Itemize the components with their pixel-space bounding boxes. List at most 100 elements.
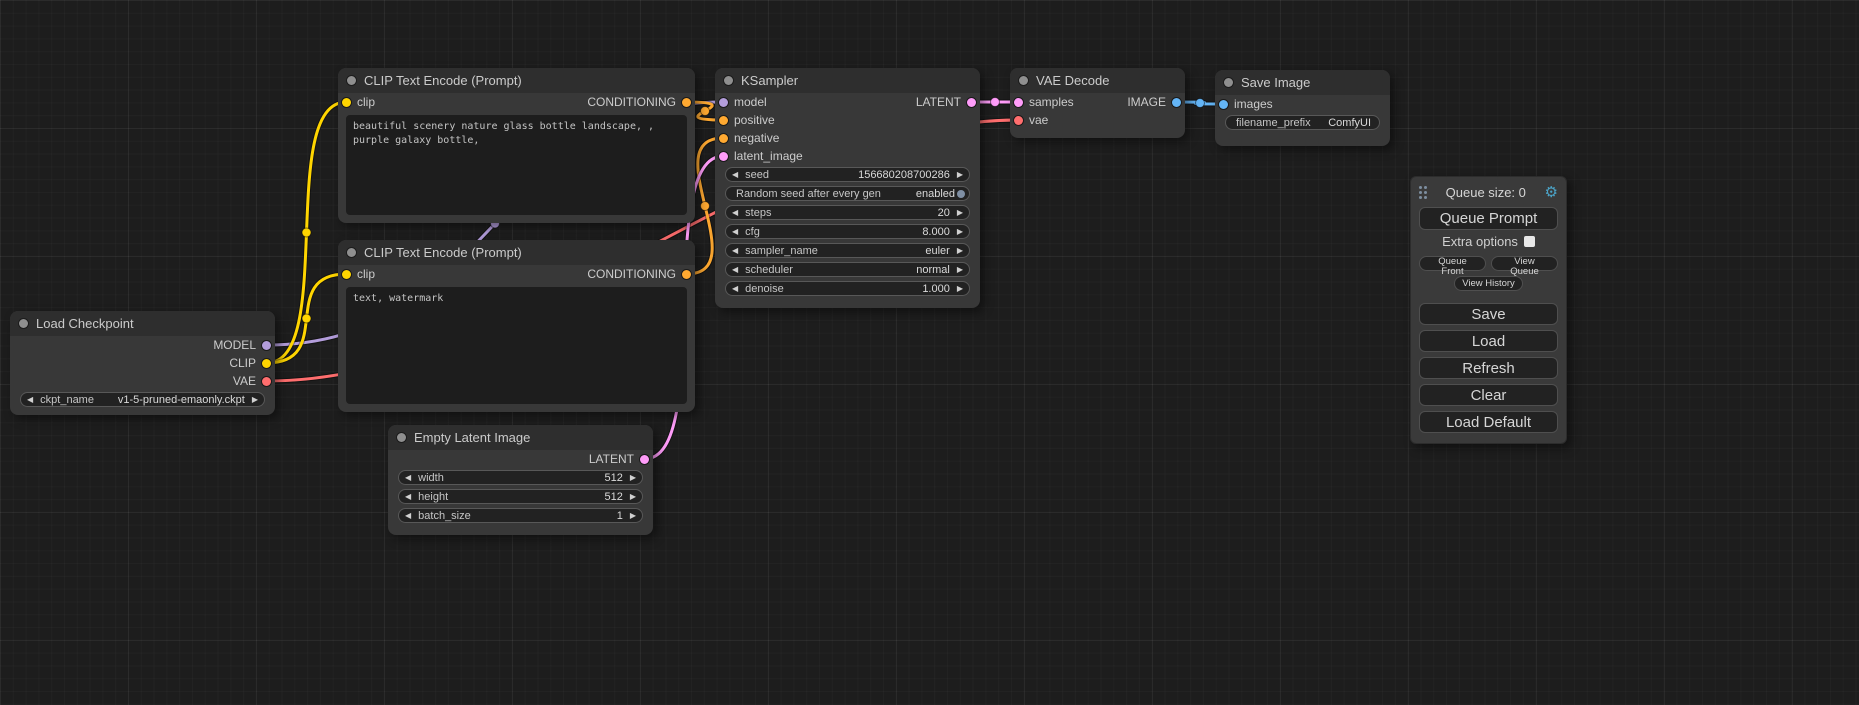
collapse-dot-icon[interactable]	[347, 76, 356, 85]
node-header[interactable]: VAE Decode	[1010, 68, 1185, 93]
decrement-arrow-icon[interactable]: ◀	[732, 266, 738, 274]
decrement-arrow-icon[interactable]: ◀	[732, 171, 738, 179]
model-input-slot[interactable]	[719, 98, 728, 107]
node-header[interactable]: KSampler	[715, 68, 980, 93]
clip-input-slot[interactable]	[342, 98, 351, 107]
increment-arrow-icon[interactable]: ▶	[957, 266, 963, 274]
conditioning-output-slot[interactable]	[682, 270, 691, 279]
clip-output-label: CLIP	[229, 356, 256, 370]
negative-prompt-textarea[interactable]: text, watermark	[346, 287, 687, 404]
widget-batch-size[interactable]: ◀ batch_size 1 ▶	[398, 508, 643, 523]
vae-input-slot[interactable]	[1014, 116, 1023, 125]
widget-value: 20	[938, 207, 950, 219]
samples-input-slot[interactable]	[1014, 98, 1023, 107]
load-button[interactable]: Load	[1419, 330, 1558, 352]
images-input-slot[interactable]	[1219, 100, 1228, 109]
increment-arrow-icon[interactable]: ▶	[630, 493, 636, 501]
conditioning-output-label: CONDITIONING	[587, 95, 676, 109]
widget-filename-prefix[interactable]: filename_prefix ComfyUI	[1225, 115, 1380, 130]
widget-label: cfg	[745, 226, 760, 238]
increment-arrow-icon[interactable]: ▶	[957, 228, 963, 236]
positive-input-slot[interactable]	[719, 116, 728, 125]
model-output-label: MODEL	[213, 338, 256, 352]
node-header[interactable]: CLIP Text Encode (Prompt)	[338, 240, 695, 265]
negative-input-slot[interactable]	[719, 134, 728, 143]
widget-cfg[interactable]: ◀ cfg 8.000 ▶	[725, 224, 970, 239]
decrement-arrow-icon[interactable]: ◀	[732, 209, 738, 217]
node-header[interactable]: CLIP Text Encode (Prompt)	[338, 68, 695, 93]
decrement-arrow-icon[interactable]: ◀	[732, 247, 738, 255]
widget-value: 8.000	[922, 226, 950, 238]
widget-ckpt-name[interactable]: ◀ ckpt_name v1-5-pruned-emaonly.ckpt ▶	[20, 392, 265, 407]
node-load-checkpoint[interactable]: Load Checkpoint MODEL CLIP VAE ◀ ckpt_na…	[10, 311, 275, 415]
increment-arrow-icon[interactable]: ▶	[630, 474, 636, 482]
latent-output-slot[interactable]	[640, 455, 649, 464]
queue-front-button[interactable]: Queue Front	[1419, 256, 1486, 271]
toggle-dot-icon[interactable]	[957, 190, 965, 198]
queue-size-label: Queue size: 0	[1427, 185, 1545, 200]
view-queue-button[interactable]: View Queue	[1491, 256, 1558, 271]
model-output-slot[interactable]	[262, 341, 271, 350]
collapse-dot-icon[interactable]	[1019, 76, 1028, 85]
decrement-arrow-icon[interactable]: ◀	[405, 493, 411, 501]
increment-arrow-icon[interactable]: ▶	[957, 247, 963, 255]
queue-buttons-row: Queue Front View Queue	[1419, 256, 1558, 271]
node-clip-text-encode-positive[interactable]: CLIP Text Encode (Prompt) clip CONDITION…	[338, 68, 695, 223]
widget-sampler-name[interactable]: ◀ sampler_name euler ▶	[725, 243, 970, 258]
widget-seed[interactable]: ◀ seed 156680208700286 ▶	[725, 167, 970, 182]
widget-denoise[interactable]: ◀ denoise 1.000 ▶	[725, 281, 970, 296]
extra-options-checkbox[interactable]	[1524, 236, 1535, 247]
increment-arrow-icon[interactable]: ▶	[957, 171, 963, 179]
settings-gear-icon[interactable]: ⚙	[1545, 185, 1558, 200]
widget-value: 1	[617, 510, 623, 522]
node-ksampler[interactable]: KSampler model LATENT positive negative …	[715, 68, 980, 308]
node-save-image[interactable]: Save Image images filename_prefix ComfyU…	[1215, 70, 1390, 146]
increment-arrow-icon[interactable]: ▶	[957, 209, 963, 217]
image-output-slot[interactable]	[1172, 98, 1181, 107]
collapse-dot-icon[interactable]	[347, 248, 356, 257]
collapse-dot-icon[interactable]	[397, 433, 406, 442]
collapse-dot-icon[interactable]	[1224, 78, 1233, 87]
clear-button[interactable]: Clear	[1419, 384, 1558, 406]
clip-input-slot[interactable]	[342, 270, 351, 279]
conditioning-output-slot[interactable]	[682, 98, 691, 107]
slot-row: images	[1215, 95, 1390, 113]
clip-output-slot[interactable]	[262, 359, 271, 368]
decrement-arrow-icon[interactable]: ◀	[405, 474, 411, 482]
latent-output-slot[interactable]	[967, 98, 976, 107]
node-header[interactable]: Save Image	[1215, 70, 1390, 95]
save-button[interactable]: Save	[1419, 303, 1558, 325]
vae-output-slot[interactable]	[262, 377, 271, 386]
widget-value: 156680208700286	[858, 169, 950, 181]
node-vae-decode[interactable]: VAE Decode samples IMAGE vae	[1010, 68, 1185, 138]
increment-arrow-icon[interactable]: ▶	[252, 396, 258, 404]
queue-prompt-button[interactable]: Queue Prompt	[1419, 207, 1558, 230]
positive-prompt-textarea[interactable]: beautiful scenery nature glass bottle la…	[346, 115, 687, 215]
widget-random-seed-toggle[interactable]: Random seed after every gen enabled	[725, 186, 970, 201]
increment-arrow-icon[interactable]: ▶	[630, 512, 636, 520]
load-default-button[interactable]: Load Default	[1419, 411, 1558, 433]
slot-row: vae	[1010, 111, 1185, 129]
node-title: Empty Latent Image	[414, 430, 530, 445]
view-history-button[interactable]: View History	[1454, 276, 1523, 291]
latent-image-input-slot[interactable]	[719, 152, 728, 161]
decrement-arrow-icon[interactable]: ◀	[732, 228, 738, 236]
widget-scheduler[interactable]: ◀ scheduler normal ▶	[725, 262, 970, 277]
collapse-dot-icon[interactable]	[19, 319, 28, 328]
node-clip-text-encode-negative[interactable]: CLIP Text Encode (Prompt) clip CONDITION…	[338, 240, 695, 412]
collapse-dot-icon[interactable]	[724, 76, 733, 85]
node-header[interactable]: Load Checkpoint	[10, 311, 275, 336]
widget-height[interactable]: ◀ height 512 ▶	[398, 489, 643, 504]
widget-steps[interactable]: ◀ steps 20 ▶	[725, 205, 970, 220]
widget-label: filename_prefix	[1236, 117, 1311, 129]
refresh-button[interactable]: Refresh	[1419, 357, 1558, 379]
decrement-arrow-icon[interactable]: ◀	[405, 512, 411, 520]
latent-image-input-label: latent_image	[734, 149, 803, 163]
node-header[interactable]: Empty Latent Image	[388, 425, 653, 450]
increment-arrow-icon[interactable]: ▶	[957, 285, 963, 293]
decrement-arrow-icon[interactable]: ◀	[27, 396, 33, 404]
decrement-arrow-icon[interactable]: ◀	[732, 285, 738, 293]
drag-handle-icon[interactable]	[1419, 186, 1427, 199]
node-empty-latent-image[interactable]: Empty Latent Image LATENT ◀ width 512 ▶ …	[388, 425, 653, 535]
widget-width[interactable]: ◀ width 512 ▶	[398, 470, 643, 485]
